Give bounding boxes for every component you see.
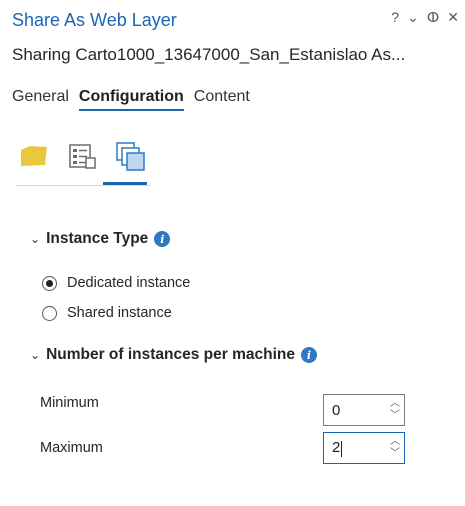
chevron-down-icon: ⌄ (30, 348, 41, 362)
layer-folder-icon (21, 146, 47, 166)
stepper-value: 2 (332, 439, 341, 457)
subtab-layers[interactable] (18, 140, 50, 172)
minimum-stepper[interactable]: 0 ︿ ﹀ (323, 394, 405, 426)
radio-shared-instance[interactable]: Shared instance (42, 305, 172, 321)
section-instances-per-machine[interactable]: ⌄ Number of instances per machine i (30, 346, 317, 364)
chevron-up-icon[interactable]: ︿ (390, 398, 400, 410)
tab-general[interactable]: General (12, 88, 69, 111)
window-controls: ? ⌄ ⵀ ✕ (391, 8, 459, 26)
pane-title: Share As Web Layer (12, 10, 177, 30)
chevron-up-icon[interactable]: ︿ (390, 436, 400, 448)
maximum-label: Maximum (40, 440, 103, 456)
info-icon[interactable]: i (154, 231, 171, 247)
section-heading: Number of instances per machine (46, 346, 295, 363)
chevron-down-icon[interactable]: ﹀ (390, 448, 400, 460)
minimum-label: Minimum (40, 395, 99, 411)
section-heading: Instance Type (46, 230, 149, 247)
pane-subtitle: Sharing Carto1000_13647000_San_Estanisla… (12, 45, 406, 64)
stepper-arrows[interactable]: ︿ ﹀ (386, 436, 404, 460)
menu-chevron-icon[interactable]: ⌄ (407, 8, 419, 26)
help-icon[interactable]: ? (391, 8, 399, 26)
radio-label: Dedicated instance (67, 275, 191, 291)
stepper-value-wrap[interactable]: 2 (324, 439, 386, 457)
info-icon[interactable]: i (301, 347, 317, 363)
subtab-configuration[interactable] (114, 140, 146, 172)
stacked-pages-icon (116, 142, 145, 171)
radio-label: Shared instance (67, 305, 172, 321)
radio-button[interactable] (42, 305, 57, 321)
section-instance-type[interactable]: ⌄ Instance Type i (30, 230, 171, 248)
subtab-properties[interactable] (66, 140, 98, 172)
subtab-strip (18, 140, 146, 172)
maximum-stepper[interactable]: 2 ︿ ﹀ (323, 432, 405, 464)
stepper-value[interactable]: 0 (324, 402, 386, 419)
pin-icon[interactable]: ⵀ (427, 8, 439, 26)
text-caret (341, 440, 343, 457)
subtab-divider (16, 185, 150, 186)
radio-dedicated-instance[interactable]: Dedicated instance (42, 275, 190, 291)
properties-list-icon (69, 144, 96, 169)
subtab-active-indicator (103, 182, 147, 185)
tab-content[interactable]: Content (194, 88, 250, 111)
close-icon[interactable]: ✕ (447, 8, 459, 26)
radio-button[interactable] (42, 275, 57, 291)
chevron-down-icon: ⌄ (30, 232, 41, 246)
stepper-arrows[interactable]: ︿ ﹀ (386, 398, 404, 422)
chevron-down-icon[interactable]: ﹀ (390, 410, 400, 422)
tab-strip: General Configuration Content (12, 88, 250, 111)
tab-configuration[interactable]: Configuration (78, 88, 184, 111)
